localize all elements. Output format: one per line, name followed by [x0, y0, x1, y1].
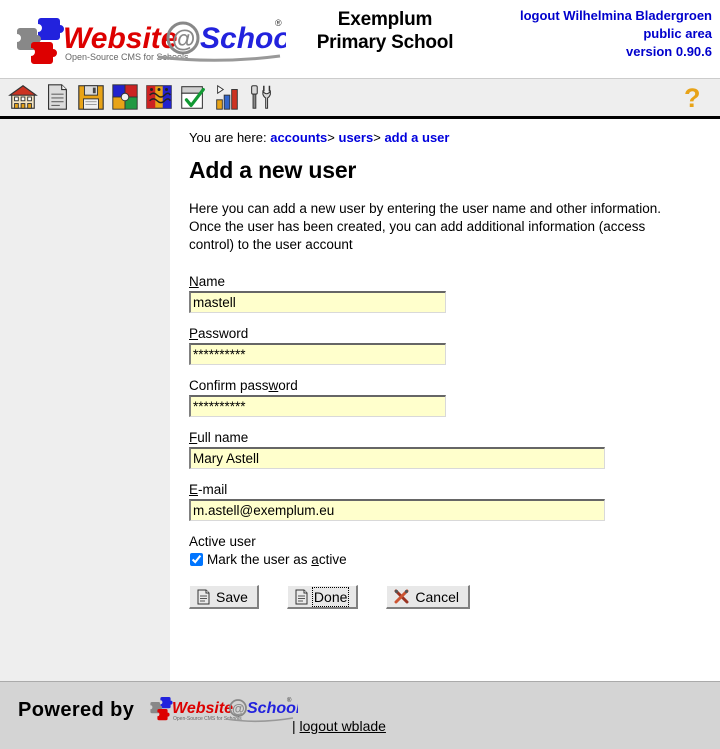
footer-logo-icon[interactable]: Website @ School ® Open-Source CMS for S… [148, 695, 298, 728]
field-active-user: Active user Mark the user as active [189, 534, 720, 568]
field-password: Password [189, 326, 720, 365]
field-email: E-mail [189, 482, 720, 521]
password-input[interactable] [189, 343, 446, 365]
full-name-label: Full name [189, 430, 720, 446]
confirm-label-pre: Confirm pass [189, 378, 269, 393]
help-icon[interactable]: ? [682, 83, 706, 113]
confirm-accesskey: w [268, 378, 279, 393]
school-name-line2: Primary School [316, 32, 454, 53]
add-user-form: Name Password Confirm password Full name… [189, 274, 720, 609]
svg-text:Open-Source CMS for Schools: Open-Source CMS for Schools [173, 716, 242, 722]
email-input[interactable] [189, 499, 605, 521]
email-label: E-mail [189, 482, 720, 498]
approve-icon[interactable] [178, 82, 208, 112]
cancel-button-label: Cancel [415, 588, 459, 605]
cancel-button[interactable]: Cancel [386, 585, 470, 609]
left-sidebar [0, 119, 170, 681]
svg-text:@: @ [232, 701, 245, 716]
website-at-school-logo-icon: Website @ School ® Open-Source CMS for S… [17, 18, 286, 64]
confirm-password-input[interactable] [189, 395, 446, 417]
confirm-password-label: Confirm password [189, 378, 720, 394]
breadcrumb-prefix: You are here: [189, 130, 267, 145]
breadcrumb-item-accounts[interactable]: accounts [270, 130, 327, 145]
breadcrumb: You are here: accounts> users> add a use… [189, 130, 720, 145]
done-button[interactable]: Done [286, 585, 359, 609]
svg-text:?: ? [684, 83, 701, 113]
svg-text:®: ® [287, 697, 292, 704]
password-label-rest: assword [198, 326, 249, 341]
document-icon [197, 589, 210, 604]
email-label-rest: -mail [198, 482, 228, 497]
modules-icon[interactable] [110, 82, 140, 112]
active-user-checkbox[interactable] [190, 553, 203, 566]
field-name: Name [189, 274, 720, 313]
name-accesskey: N [189, 274, 199, 289]
active-user-group-label: Active user [189, 534, 256, 549]
save-button[interactable]: Save [189, 585, 259, 609]
save-button-label: Save [216, 588, 248, 605]
school-name: Exemplum Primary School [300, 8, 470, 54]
svg-text:®: ® [275, 18, 282, 28]
main-toolbar: ? [0, 78, 720, 119]
active-label-rest: ctive [318, 552, 347, 567]
page-header: Website @ School ® Open-Source CMS for S… [0, 0, 720, 78]
home-icon[interactable] [8, 82, 38, 112]
password-label: Password [189, 326, 720, 342]
tools-icon[interactable] [246, 82, 276, 112]
svg-text:Website: Website [63, 22, 177, 55]
field-confirm-password: Confirm password [189, 378, 720, 417]
full-name-label-rest: ull name [197, 430, 249, 445]
breadcrumb-separator-1: > [327, 130, 335, 145]
school-name-line1: Exemplum [337, 9, 433, 30]
main-content: You are here: accounts> users> add a use… [170, 119, 720, 609]
site-logo[interactable]: Website @ School ® Open-Source CMS for S… [8, 12, 286, 70]
cross-tools-icon [394, 589, 409, 604]
page-title: Add a new user [189, 157, 357, 183]
confirm-label-rest: ord [278, 378, 298, 393]
form-buttons: Save Done Cancel [189, 585, 720, 609]
header-status-block: logout Wilhelmina Bladergroen public are… [520, 7, 712, 61]
done-button-label: Done [311, 586, 350, 607]
users-icon[interactable] [144, 82, 174, 112]
full-name-accesskey: F [189, 430, 198, 445]
intro-text: Here you can add a new user by entering … [189, 201, 662, 252]
active-accesskey: a [311, 552, 319, 567]
footer-separator: | [292, 718, 296, 734]
page-body: You are here: accounts> users> add a use… [0, 119, 720, 681]
svg-text:Website: Website [172, 700, 233, 717]
name-label-rest: ame [198, 274, 226, 289]
name-input[interactable] [189, 291, 446, 313]
svg-text:@: @ [172, 26, 195, 53]
password-accesskey: P [189, 326, 199, 341]
logout-link[interactable]: logout Wilhelmina Bladergroen [520, 7, 712, 25]
version-label: version 0.90.6 [626, 44, 712, 59]
active-label-pre: Mark the user as [207, 552, 312, 567]
logout-link-text[interactable]: logout Wilhelmina Bladergroen [520, 8, 712, 23]
document-icon [295, 589, 308, 604]
email-accesskey: E [189, 482, 199, 497]
breadcrumb-separator-2: > [373, 130, 381, 145]
footer-logout: | logout wblade [292, 718, 386, 734]
footer-logout-link[interactable]: logout wblade [300, 718, 386, 734]
active-user-checkbox-label[interactable]: Mark the user as active [207, 551, 347, 568]
page-footer: Powered by Website @ School ® Open-Sourc… [0, 681, 720, 749]
statistics-icon[interactable] [212, 82, 242, 112]
powered-by-label: Powered by [18, 699, 135, 721]
breadcrumb-item-users[interactable]: users [339, 130, 374, 145]
active-user-row: Mark the user as active [189, 551, 720, 568]
save-disk-icon[interactable] [76, 82, 106, 112]
page-icon[interactable] [42, 82, 72, 112]
area-label: public area [643, 26, 712, 41]
toolbar-icon-group [8, 82, 276, 112]
field-full-name: Full name [189, 430, 720, 469]
breadcrumb-item-add-a-user[interactable]: add a user [384, 130, 449, 145]
full-name-input[interactable] [189, 447, 605, 469]
svg-text:School: School [200, 22, 286, 55]
name-label: Name [189, 274, 720, 290]
